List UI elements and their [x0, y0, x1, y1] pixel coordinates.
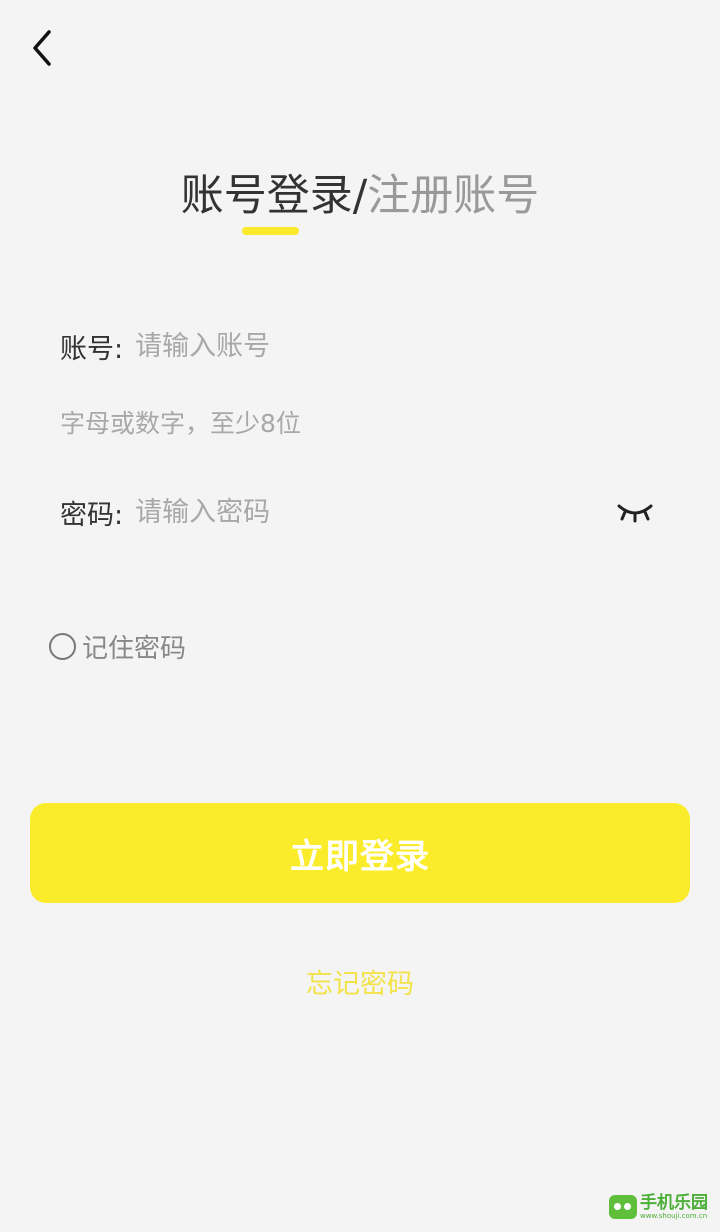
eye-closed-icon: [617, 504, 653, 523]
tab-separator: /: [352, 171, 368, 221]
remember-password-checkbox[interactable]: 记住密码: [49, 626, 186, 666]
radio-circle-icon: [49, 632, 76, 660]
tab-account-login[interactable]: 账号登录: [181, 171, 353, 221]
watermark-text-block: 手机乐园 www.shouji.com.cn: [640, 1194, 708, 1220]
password-input[interactable]: [123, 489, 614, 535]
tab-register-account[interactable]: 注册账号: [367, 171, 539, 221]
forgot-password-link[interactable]: 忘记密码: [0, 962, 720, 1001]
remember-password-label: 记住密码: [82, 633, 187, 664]
back-button[interactable]: [22, 26, 62, 70]
account-label: 账号:: [60, 333, 124, 365]
active-tab-indicator: [242, 227, 299, 235]
watermark-url: www.shouji.com.cn: [640, 1212, 708, 1220]
login-register-tabs: 账号登录/注册账号: [0, 166, 720, 226]
watermark-logo-icon: [609, 1195, 637, 1219]
account-input[interactable]: [123, 323, 660, 369]
password-visibility-toggle[interactable]: [614, 497, 656, 527]
chevron-left-icon: [33, 30, 51, 66]
account-hint: 字母或数字，至少8位: [60, 409, 301, 438]
watermark-text: 手机乐园: [640, 1193, 708, 1213]
password-label: 密码:: [60, 499, 124, 531]
watermark: 手机乐园 www.shouji.com.cn: [609, 1194, 708, 1220]
account-field-row: 账号:: [60, 321, 660, 371]
password-field-row: 密码:: [60, 487, 660, 537]
login-button[interactable]: 立即登录: [30, 803, 690, 903]
